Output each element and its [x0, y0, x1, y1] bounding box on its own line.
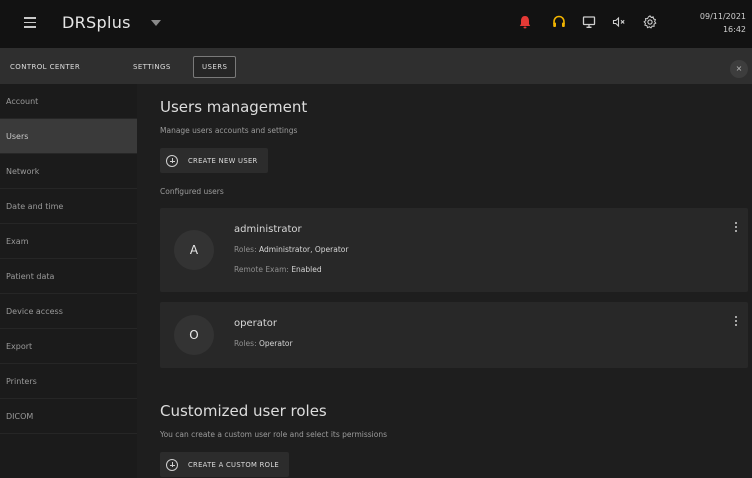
tab-settings[interactable]: SETTINGS: [133, 58, 171, 76]
custom-roles-subtitle: You can create a custom user role and se…: [160, 430, 388, 439]
sidebar-item-printers[interactable]: Printers: [0, 364, 137, 399]
user-roles: Roles: Operator: [234, 339, 293, 348]
remote-exam-label: Remote Exam:: [234, 265, 292, 274]
settings-sidebar: Account Users Network Date and time Exam…: [0, 84, 137, 478]
time-text: 16:42: [722, 25, 746, 34]
sidebar-item-network[interactable]: Network: [0, 154, 137, 189]
tab-control-center[interactable]: CONTROL CENTER: [10, 58, 80, 76]
headset-icon[interactable]: [551, 14, 567, 30]
more-options-icon[interactable]: [734, 222, 738, 234]
sidebar-item-export[interactable]: Export: [0, 329, 137, 364]
volume-mute-icon[interactable]: [611, 14, 627, 30]
avatar: O: [174, 315, 214, 355]
date-time: 09/11/2021 16:42: [700, 10, 746, 36]
user-name: operator: [234, 318, 278, 329]
user-name: administrator: [234, 224, 302, 235]
user-remote-exam: Remote Exam: Enabled: [234, 265, 322, 274]
gear-icon[interactable]: [642, 14, 658, 30]
bell-icon[interactable]: [517, 14, 533, 30]
tab-users[interactable]: USERS: [193, 56, 237, 78]
add-circle-icon: [166, 458, 178, 471]
avatar: A: [174, 230, 214, 270]
top-bar: DRSplus 09/11/2021 16:42: [0, 0, 752, 48]
user-card-administrator[interactable]: A administrator Roles: Administrator, Op…: [160, 208, 748, 292]
close-button[interactable]: ×: [730, 60, 748, 78]
sidebar-item-users[interactable]: Users: [0, 119, 137, 154]
configured-users-label: Configured users: [160, 187, 224, 196]
date-text: 09/11/2021: [699, 12, 746, 21]
create-new-user-button[interactable]: CREATE NEW USER: [160, 148, 268, 173]
roles-value: Administrator, Operator: [258, 245, 349, 254]
main-content: Users management Manage users accounts a…: [137, 84, 752, 478]
add-circle-icon: [166, 154, 178, 167]
create-custom-role-button[interactable]: CREATE A CUSTOM ROLE: [160, 452, 290, 477]
roles-value: Operator: [258, 339, 293, 348]
sidebar-item-device-access[interactable]: Device access: [0, 294, 137, 329]
roles-label: Roles:: [234, 339, 259, 348]
user-card-operator[interactable]: O operator Roles: Operator: [160, 302, 748, 368]
sidebar-item-patient-data[interactable]: Patient data: [0, 259, 137, 294]
section-title-custom-roles: Customized user roles: [160, 402, 327, 420]
menu-icon[interactable]: [24, 17, 36, 29]
user-roles: Roles: Administrator, Operator: [234, 245, 348, 254]
sidebar-item-account[interactable]: Account: [0, 84, 137, 119]
page-title: Users management: [160, 98, 308, 116]
roles-label: Roles:: [234, 245, 259, 254]
create-custom-role-label: CREATE A CUSTOM ROLE: [188, 460, 280, 469]
remote-exam-value: Enabled: [291, 265, 322, 274]
tab-bar: CONTROL CENTER SETTINGS USERS: [0, 48, 752, 84]
sidebar-item-date-and-time[interactable]: Date and time: [0, 189, 137, 224]
monitor-icon[interactable]: [581, 14, 597, 30]
create-new-user-label: CREATE NEW USER: [188, 156, 258, 165]
more-options-icon[interactable]: [734, 316, 738, 328]
chevron-down-icon[interactable]: [151, 20, 161, 26]
sidebar-item-dicom[interactable]: DICOM: [0, 399, 137, 434]
app-title: DRSplus: [62, 13, 131, 32]
page-subtitle: Manage users accounts and settings: [160, 126, 298, 135]
sidebar-item-exam[interactable]: Exam: [0, 224, 137, 259]
